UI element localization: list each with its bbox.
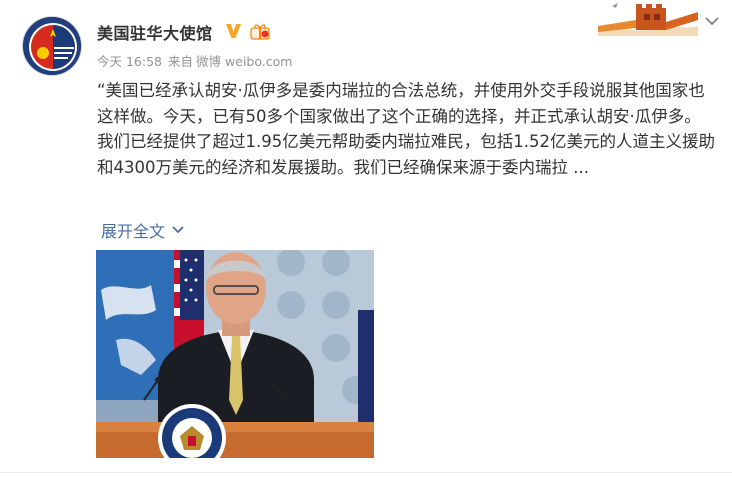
post-time[interactable]: 今天 16:58 <box>97 54 162 69</box>
verified-v-icon <box>226 24 241 38</box>
expand-label: 展开全文 <box>101 222 166 241</box>
source-app[interactable]: 微博 <box>196 54 221 69</box>
post-paragraph-2: 我们已经提供了超过1.95亿美元帮助委内瑞拉难民，包括1.52亿美元的人道主义援… <box>97 132 715 177</box>
chevron-down-icon[interactable] <box>704 13 720 29</box>
great-wall-banner-image <box>598 3 698 36</box>
weibo-post-card: 美国驻华大使馆 今天 16:58 来自 微博 weibo.com “美国已经承认胡安·… <box>0 0 732 477</box>
divider <box>0 472 732 473</box>
post-photo[interactable] <box>96 250 374 458</box>
post-meta: 今天 16:58 来自 微博 weibo.com <box>97 51 298 70</box>
avatar[interactable] <box>22 16 82 76</box>
post-paragraph-1: “美国已经承认胡安·瓜伊多是委内瑞拉的合法总统，并使用外交手段说服其他国家也这样… <box>97 81 705 126</box>
source-site[interactable]: weibo.com <box>225 54 292 69</box>
chevron-down-icon <box>172 226 184 234</box>
source-prefix: 来自 <box>168 54 194 69</box>
post-text: “美国已经承认胡安·瓜伊多是委内瑞拉的合法总统，并使用外交手段说服其他国家也这样… <box>97 78 717 180</box>
gift-icon[interactable] <box>250 22 270 40</box>
author-name[interactable]: 美国驻华大使馆 <box>97 20 213 44</box>
expand-full-text-button[interactable]: 展开全文 <box>101 218 185 242</box>
